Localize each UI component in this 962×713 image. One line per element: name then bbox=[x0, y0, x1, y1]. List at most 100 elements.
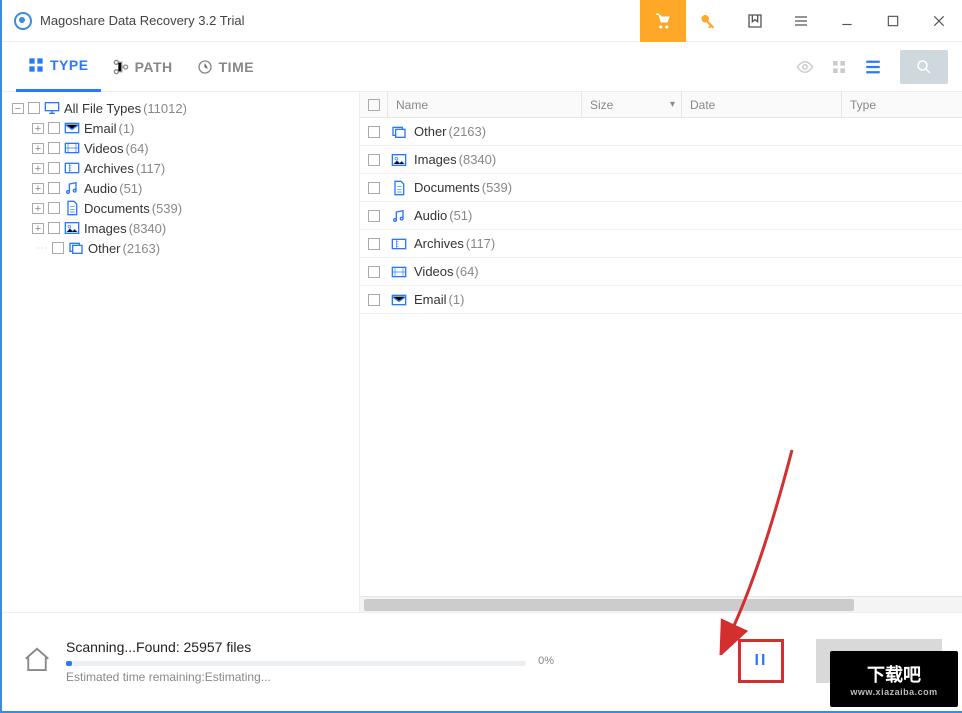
tree-label: Videos bbox=[84, 141, 124, 156]
checkbox[interactable] bbox=[48, 142, 60, 154]
checkbox[interactable] bbox=[368, 126, 380, 138]
tree-count: (1) bbox=[119, 121, 135, 136]
expand-icon[interactable]: + bbox=[32, 143, 44, 154]
scroll-thumb[interactable] bbox=[364, 599, 854, 611]
col-type[interactable]: Type bbox=[842, 92, 962, 118]
col-name[interactable]: Name bbox=[388, 92, 582, 118]
close-button[interactable] bbox=[916, 0, 962, 42]
checkbox[interactable] bbox=[368, 154, 380, 166]
other-folder-icon bbox=[68, 241, 84, 255]
tree-label: Images bbox=[84, 221, 127, 236]
list-row-audio[interactable]: Audio(51) bbox=[360, 202, 962, 230]
cart-button[interactable] bbox=[640, 0, 686, 42]
expand-icon[interactable]: + bbox=[32, 203, 44, 214]
col-size[interactable]: Size bbox=[582, 92, 682, 118]
expand-icon[interactable]: + bbox=[32, 223, 44, 234]
tab-time[interactable]: TIME bbox=[185, 42, 266, 92]
checkbox[interactable] bbox=[28, 102, 40, 114]
checkbox[interactable] bbox=[48, 122, 60, 134]
list-view-button[interactable] bbox=[856, 50, 890, 84]
search-button[interactable] bbox=[900, 50, 948, 84]
bookmark-button[interactable] bbox=[732, 0, 778, 42]
checkbox[interactable] bbox=[368, 182, 380, 194]
horizontal-scrollbar[interactable] bbox=[360, 596, 962, 612]
row-count: (8340) bbox=[459, 152, 497, 167]
audio-icon bbox=[64, 181, 80, 195]
bookmark-icon bbox=[747, 13, 763, 29]
key-icon bbox=[700, 12, 718, 30]
progress-fill bbox=[66, 661, 72, 666]
expand-icon[interactable]: + bbox=[32, 183, 44, 194]
checkbox[interactable] bbox=[48, 202, 60, 214]
tree-item-archives[interactable]: + Archives (117) bbox=[12, 158, 349, 178]
progress-bar: 0% bbox=[66, 661, 526, 666]
maximize-icon bbox=[886, 14, 900, 28]
checkbox[interactable] bbox=[368, 210, 380, 222]
list-row-images[interactable]: Images(8340) bbox=[360, 146, 962, 174]
tree-item-email[interactable]: + Email (1) bbox=[12, 118, 349, 138]
view-tabs: TYPE PATH TIME bbox=[2, 42, 962, 92]
key-button[interactable] bbox=[686, 0, 732, 42]
video-icon bbox=[390, 265, 408, 279]
expand-icon[interactable]: + bbox=[32, 123, 44, 134]
tree-label: Other bbox=[88, 241, 121, 256]
list-row-email[interactable]: Email(1) bbox=[360, 286, 962, 314]
col-checkbox[interactable] bbox=[360, 92, 388, 118]
list-row-documents[interactable]: Documents(539) bbox=[360, 174, 962, 202]
file-rows: Other(2163) Images(8340) Documents(539) … bbox=[360, 118, 962, 596]
title-bar: Magoshare Data Recovery 3.2 Trial bbox=[2, 0, 962, 42]
checkbox[interactable] bbox=[368, 266, 380, 278]
tab-label: TYPE bbox=[50, 57, 89, 73]
pause-button[interactable]: II bbox=[738, 639, 784, 683]
menu-button[interactable] bbox=[778, 0, 824, 42]
row-count: (539) bbox=[482, 180, 512, 195]
home-button[interactable] bbox=[22, 645, 54, 677]
checkbox[interactable] bbox=[52, 242, 64, 254]
col-date[interactable]: Date bbox=[682, 92, 842, 118]
minimize-button[interactable] bbox=[824, 0, 870, 42]
tree-count: (539) bbox=[152, 201, 182, 216]
progress-percent: 0% bbox=[538, 655, 554, 667]
pause-icon: II bbox=[755, 652, 768, 670]
file-type-tree[interactable]: − All File Types (11012) + Email (1) + V… bbox=[2, 92, 359, 612]
tree-item-images[interactable]: + Images (8340) bbox=[12, 218, 349, 238]
expand-icon[interactable]: + bbox=[32, 163, 44, 174]
document-icon bbox=[390, 180, 408, 196]
eye-icon bbox=[796, 58, 814, 76]
list-row-other[interactable]: Other(2163) bbox=[360, 118, 962, 146]
maximize-button[interactable] bbox=[870, 0, 916, 42]
list-row-archives[interactable]: Archives(117) bbox=[360, 230, 962, 258]
checkbox[interactable] bbox=[48, 182, 60, 194]
row-label: Videos bbox=[414, 264, 454, 279]
list-row-videos[interactable]: Videos(64) bbox=[360, 258, 962, 286]
tab-path[interactable]: PATH bbox=[101, 42, 185, 92]
scan-status: Scanning...Found: 25957 files 0% Estimat… bbox=[66, 639, 716, 684]
image-icon bbox=[64, 221, 80, 235]
tree-item-other[interactable]: ⋯ Other (2163) bbox=[12, 238, 349, 258]
checkbox[interactable] bbox=[48, 162, 60, 174]
tree-leaf-icon: ⋯ bbox=[32, 243, 52, 254]
document-icon bbox=[64, 200, 80, 216]
tree-count: (51) bbox=[119, 181, 142, 196]
eye-view-button[interactable] bbox=[788, 50, 822, 84]
app-logo-icon bbox=[14, 12, 32, 30]
grid-icon bbox=[831, 59, 847, 75]
monitor-icon bbox=[44, 101, 60, 115]
tree-label: Archives bbox=[84, 161, 134, 176]
tree-item-videos[interactable]: + Videos (64) bbox=[12, 138, 349, 158]
tree-item-documents[interactable]: + Documents (539) bbox=[12, 198, 349, 218]
checkbox[interactable] bbox=[368, 294, 380, 306]
status-footer: Scanning...Found: 25957 files 0% Estimat… bbox=[2, 612, 962, 709]
tab-type[interactable]: TYPE bbox=[16, 42, 101, 92]
tree-item-audio[interactable]: + Audio (51) bbox=[12, 178, 349, 198]
tree-label: All File Types bbox=[64, 101, 141, 116]
collapse-icon[interactable]: − bbox=[12, 103, 24, 114]
row-count: (2163) bbox=[449, 124, 487, 139]
image-icon bbox=[390, 153, 408, 167]
watermark-badge: 下载吧 www.xiazaiba.com bbox=[830, 651, 958, 707]
checkbox[interactable] bbox=[368, 238, 380, 250]
tree-root[interactable]: − All File Types (11012) bbox=[12, 98, 349, 118]
row-label: Images bbox=[414, 152, 457, 167]
checkbox[interactable] bbox=[48, 222, 60, 234]
grid-view-button[interactable] bbox=[822, 50, 856, 84]
